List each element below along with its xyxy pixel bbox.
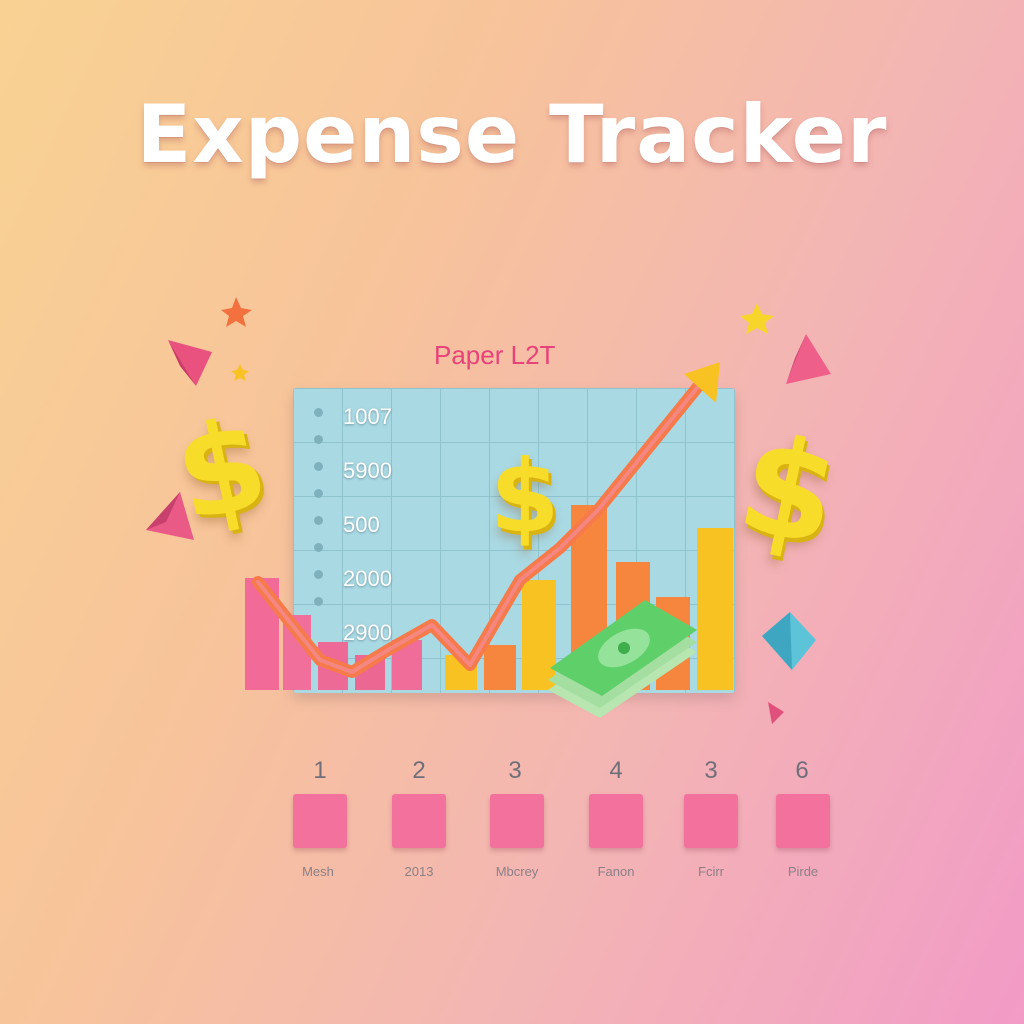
step-box bbox=[589, 794, 643, 848]
step-box bbox=[776, 794, 830, 848]
step-label: Fanon bbox=[597, 864, 635, 879]
step-label: Fcirr bbox=[698, 864, 724, 879]
dollar-sign-icon: $ bbox=[490, 438, 560, 555]
step-label: Mesh bbox=[302, 864, 334, 879]
step-number: 1 bbox=[313, 757, 327, 784]
chart-bar bbox=[522, 580, 556, 690]
step-box bbox=[293, 794, 347, 848]
step-number: 6 bbox=[795, 757, 809, 784]
money-stack-icon bbox=[548, 600, 697, 718]
chart-bar bbox=[484, 645, 516, 690]
step-label: 2013 bbox=[404, 864, 434, 879]
step-box bbox=[684, 794, 738, 848]
step-number: 3 bbox=[704, 757, 718, 784]
step-number: 2 bbox=[412, 757, 426, 784]
illustration-scene: Expense Tracker 1007 5900 500 2000 2900 … bbox=[0, 0, 1024, 1024]
step-number: 4 bbox=[609, 757, 623, 784]
step-box bbox=[392, 794, 446, 848]
step-number: 3 bbox=[508, 757, 522, 784]
step-label: Mbcrey bbox=[495, 864, 539, 879]
step-box bbox=[490, 794, 544, 848]
step-label: Pirde bbox=[787, 864, 819, 879]
